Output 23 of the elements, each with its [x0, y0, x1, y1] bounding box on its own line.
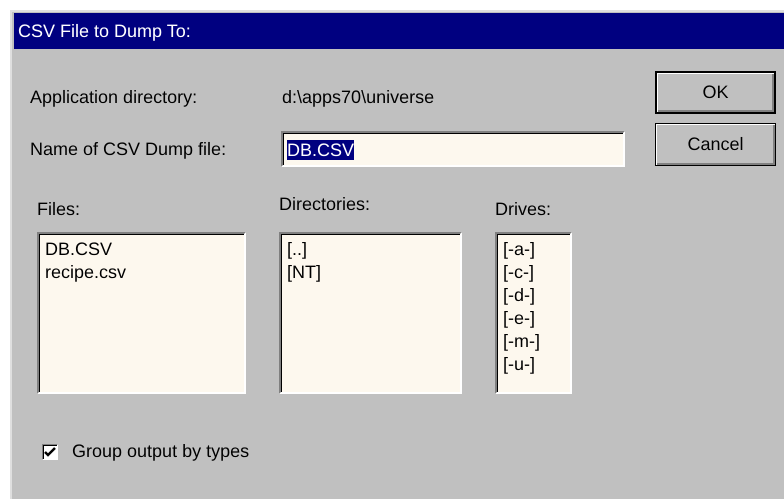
list-item[interactable]: [-u-]: [503, 353, 536, 376]
list-item[interactable]: [..]: [287, 238, 308, 261]
file-name-field[interactable]: DB.CSV: [281, 131, 625, 167]
dialog-button[interactable]: Cancel: [655, 123, 776, 166]
list-item[interactable]: [-e-]: [503, 307, 536, 330]
list-item[interactable]: [-d-]: [503, 284, 536, 307]
list-item[interactable]: [-m-]: [503, 330, 540, 353]
checkbox[interactable]: [42, 444, 58, 460]
check-icon: [44, 446, 56, 456]
checkbox-label[interactable]: Group output by types: [72, 438, 250, 465]
list-item[interactable]: recipe.csv: [45, 261, 126, 284]
list-item[interactable]: [-c-]: [503, 261, 534, 284]
field-label: Application directory:: [30, 86, 198, 109]
list-item[interactable]: [-a-]: [503, 238, 536, 261]
list-item[interactable]: [NT]: [287, 261, 321, 284]
list-label: Drives:: [495, 198, 552, 221]
window-title: CSV File to Dump To:: [14, 13, 784, 49]
list-label: Directories:: [279, 193, 372, 216]
dialog-button[interactable]: OK: [655, 71, 776, 114]
field-label: Name of CSV Dump file:: [30, 138, 228, 161]
list-label: Files:: [37, 198, 82, 221]
list-item[interactable]: DB.CSV: [45, 238, 112, 261]
directory-path: d:\apps70\universe: [282, 86, 434, 109]
